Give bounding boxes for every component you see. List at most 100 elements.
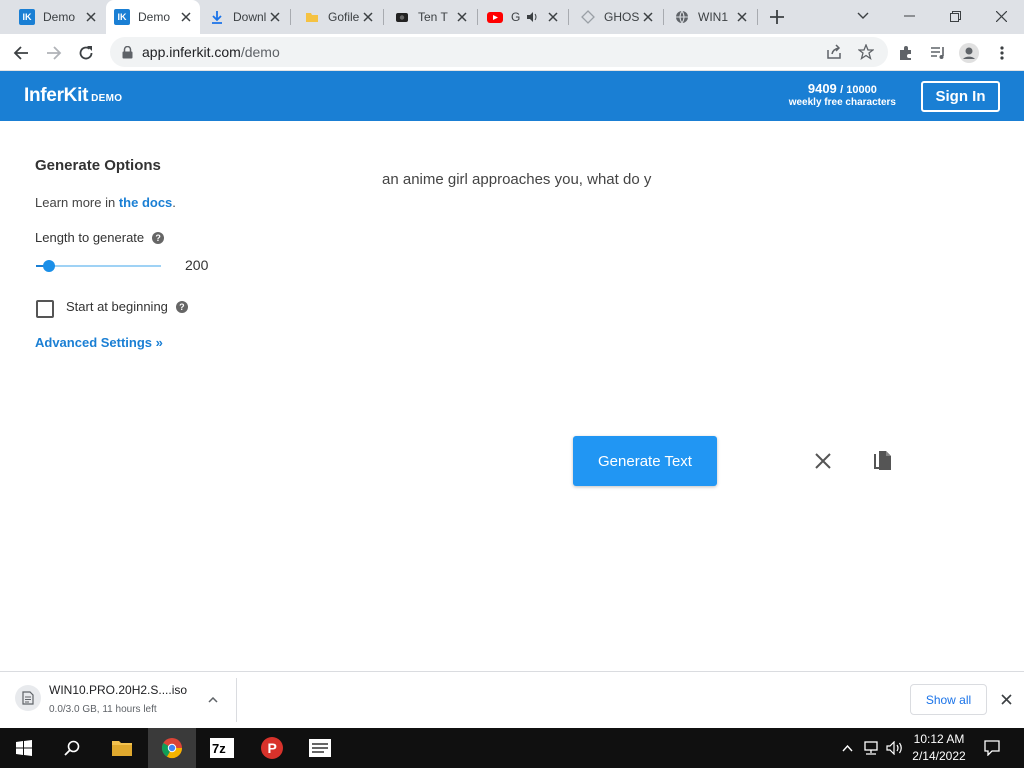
windows-icon [16,740,32,756]
browser-tab-5[interactable]: G [479,0,567,34]
reload-button[interactable] [72,39,100,67]
quota-label: weekly free characters [788,97,896,108]
learn-more-text: Learn more in the docs. [35,195,176,210]
prompt-editor[interactable]: an anime girl approaches you, what do y [382,171,651,188]
tab-separator [477,9,478,25]
tab-title: Demo [138,10,171,24]
close-icon[interactable] [734,9,750,25]
new-tab-button[interactable] [766,6,788,28]
sign-in-button[interactable]: Sign In [921,81,1000,112]
advanced-settings-link[interactable]: Advanced Settings » [35,335,163,350]
star-icon[interactable] [852,37,880,67]
shelf-close-button[interactable] [998,691,1014,707]
arrow-left-icon [13,46,28,60]
length-slider[interactable] [36,259,161,273]
close-icon[interactable] [360,9,376,25]
file-icon[interactable] [15,685,41,711]
lock-icon[interactable] [120,45,134,59]
share-icon[interactable] [820,37,848,67]
volume-button[interactable] [884,728,906,768]
brand-logo[interactable]: InferKit DEMO [24,85,122,107]
browser-tab-1[interactable]: IK Demo [106,0,200,34]
menu-button[interactable] [988,39,1016,67]
close-icon[interactable] [83,9,99,25]
start-label-text: Start at beginning [66,299,168,314]
clock-date: 2/14/2022 [912,749,966,763]
quota-total: / 10000 [840,84,877,96]
back-button[interactable] [7,39,35,67]
psiphon-button[interactable]: P [248,728,296,768]
svg-text:P: P [268,740,277,756]
chrome-icon [161,738,183,759]
inferkit-icon: IK [19,9,35,25]
close-icon[interactable] [640,9,656,25]
tab-search-button[interactable] [840,0,886,32]
gofile-icon [304,9,320,25]
browser-tab-4[interactable]: Ten T [386,0,476,34]
close-icon[interactable] [454,9,470,25]
download-menu-button[interactable] [205,692,221,708]
browser-tab-3[interactable]: Gofile [296,0,382,34]
url-text: app.inferkit.com/demo [142,44,280,60]
start-at-beginning-label: Start at beginning ? [66,299,188,314]
youtube-icon [487,9,503,25]
plus-icon [770,10,784,24]
tray-overflow-button[interactable] [838,728,856,768]
help-icon[interactable]: ? [175,300,188,313]
network-button[interactable] [860,728,882,768]
length-label: Length to generate ? [35,230,165,245]
window-close-button[interactable] [978,0,1024,32]
tab-separator [290,9,291,25]
search-button[interactable] [48,728,96,768]
slider-thumb[interactable] [43,260,55,272]
start-button[interactable] [0,728,48,768]
tab-title: Demo [43,10,76,24]
download-file-name[interactable]: WIN10.PRO.20H2.S....iso [49,683,187,697]
quota-used: 9409 [807,81,837,96]
file-explorer-button[interactable] [98,728,146,768]
close-icon[interactable] [545,9,561,25]
tab-title: Gofile [328,10,360,24]
copy-button[interactable] [871,449,895,473]
close-icon[interactable] [178,9,194,25]
shelf-divider [236,678,237,722]
minimize-button[interactable] [886,0,932,32]
clock[interactable]: 10:12 AM 2/14/2022 [908,728,970,768]
brand-name: InferKit [24,85,89,106]
forward-button[interactable] [40,39,68,67]
site-header: InferKit DEMO 9409 / 10000 weekly free ch… [0,71,1024,121]
options-title: Generate Options [35,157,161,174]
notifications-button[interactable] [978,728,1006,768]
speaker-icon[interactable] [526,11,538,23]
7zip-button[interactable]: 7z [198,728,246,768]
generate-text-button[interactable]: Generate Text [573,436,717,486]
notepad-button[interactable] [296,728,344,768]
show-all-button[interactable]: Show all [910,684,987,715]
start-at-beginning-checkbox[interactable] [36,300,54,318]
help-icon[interactable]: ? [152,231,165,244]
close-icon[interactable] [267,9,283,25]
download-icon [209,9,225,25]
svg-text:7z: 7z [212,741,226,756]
browser-tab-0[interactable]: IK Demo [11,0,105,34]
windows-taskbar: 7z P 10:12 AM 2/14/2022 [0,728,1024,768]
url-path: /demo [240,44,280,60]
chrome-button[interactable] [148,728,196,768]
clear-button[interactable] [811,449,835,473]
address-bar[interactable]: app.inferkit.com/demo [110,37,888,67]
browser-tab-6[interactable]: GHOS [572,0,662,34]
restore-button[interactable] [932,0,978,32]
close-icon [995,10,1007,22]
docs-link[interactable]: the docs [119,195,172,210]
chevron-down-icon [857,12,869,19]
browser-tab-2[interactable]: Downl [201,0,289,34]
profile-button[interactable] [955,39,983,67]
avatar-icon [959,43,979,63]
media-button[interactable] [924,39,952,67]
close-icon [815,453,831,469]
puzzle-icon [900,46,911,60]
extensions-button[interactable] [892,39,920,67]
chevron-up-icon [841,744,853,751]
learn-suffix: . [172,195,176,210]
browser-tab-7[interactable]: WIN1 [666,0,756,34]
